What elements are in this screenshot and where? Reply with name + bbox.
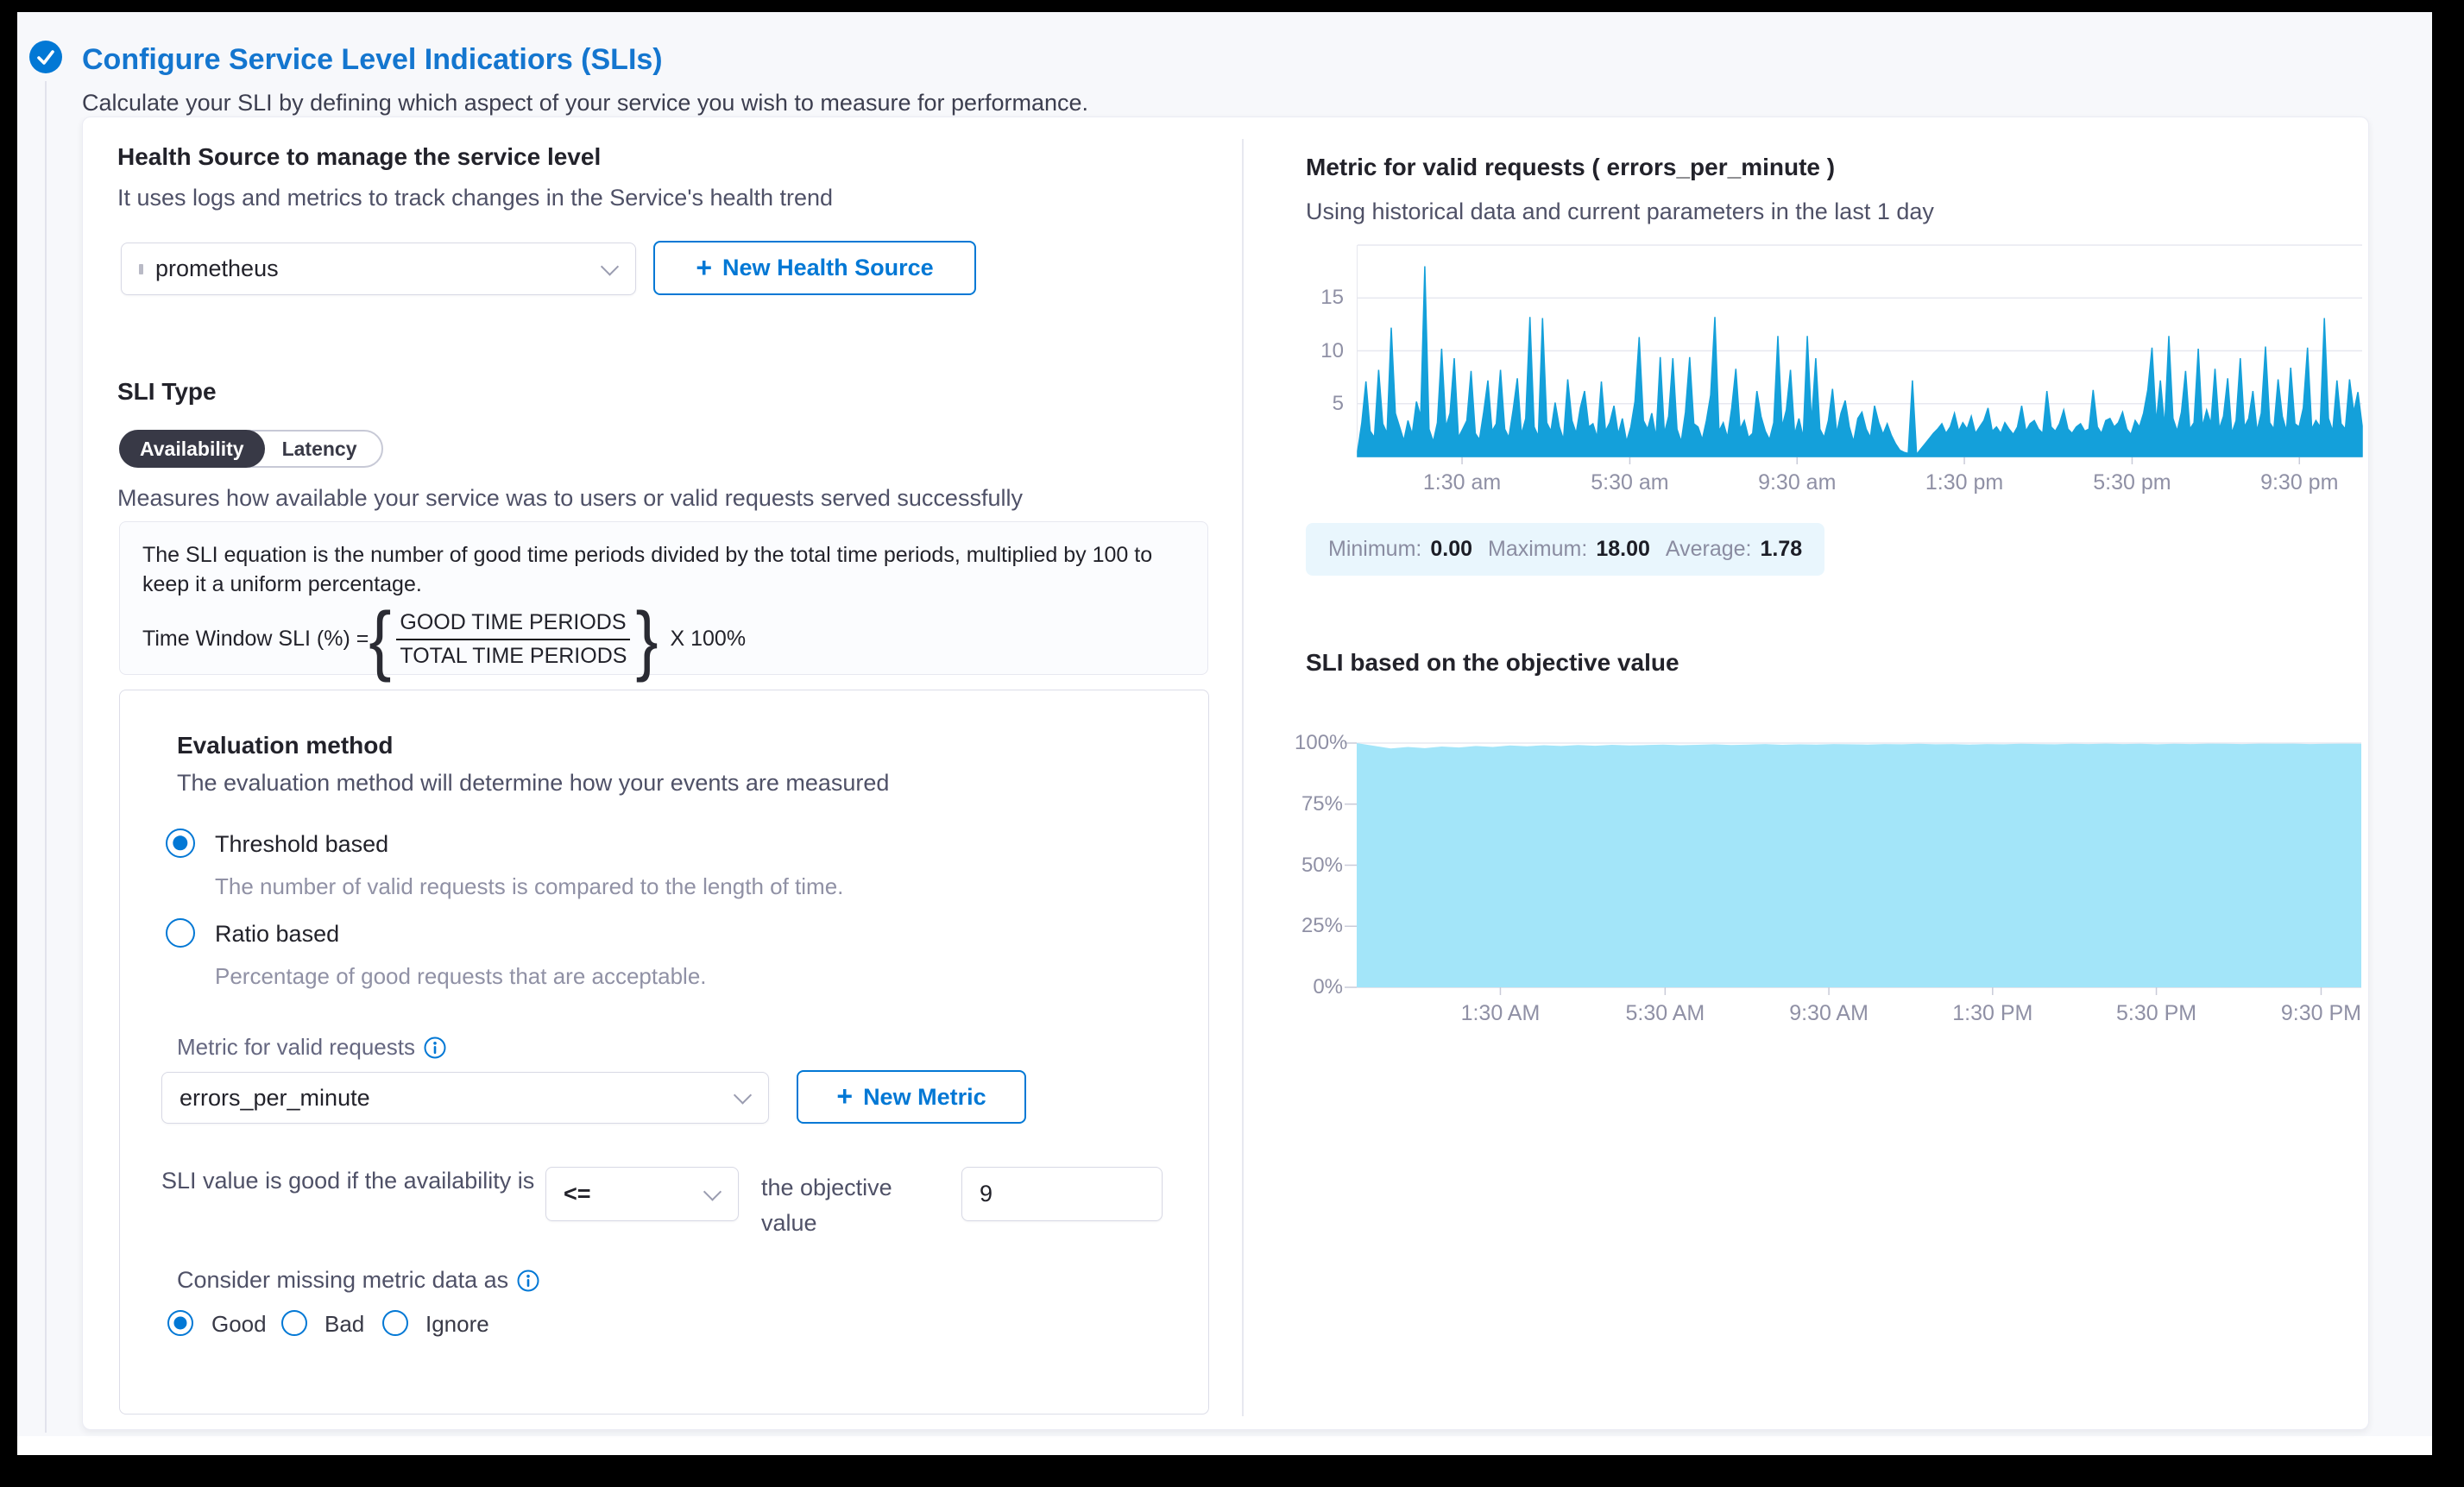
chevron-down-icon <box>601 257 619 275</box>
y-axis-tick-label: 0% <box>1295 975 1343 999</box>
sli-equation-box: The SLI equation is the number of good t… <box>119 521 1208 675</box>
chevron-down-icon <box>734 1086 752 1104</box>
y-axis-tick-label: 15 <box>1295 286 1344 310</box>
sli-objective-area-chart[interactable]: 0%25%50%75%100%1:30 AM5:30 AM9:30 AM1:30… <box>1357 730 2361 988</box>
plus-icon: + <box>696 254 712 281</box>
x-axis-tick-label: 9:30 pm <box>2234 470 2364 495</box>
missing-good-radio[interactable] <box>167 1310 193 1336</box>
equation-good-rest: TIME PERIODS <box>466 610 627 634</box>
sli-type-option-latency[interactable]: Latency <box>265 438 381 461</box>
sli-type-heading: SLI Type <box>117 378 217 406</box>
ratio-based-description: Percentage of good requests that are acc… <box>215 963 707 990</box>
step-complete-check-icon <box>29 41 62 73</box>
objective-value-input[interactable]: 9 <box>961 1167 1163 1221</box>
x-axis-tick-label: 9:30 am <box>1732 470 1862 495</box>
max-label: Maximum: <box>1488 537 1587 562</box>
y-axis-tick-label: 25% <box>1295 914 1343 938</box>
stepper-line <box>45 81 47 1433</box>
missing-ignore-radio[interactable] <box>382 1310 408 1336</box>
sli-type-option-availability[interactable]: Availability <box>119 430 265 468</box>
health-source-description: It uses logs and metrics to track change… <box>117 185 833 211</box>
x-axis-tick-label: 1:30 AM <box>1435 1001 1565 1026</box>
x-axis-tick-label: 5:30 pm <box>2067 470 2196 495</box>
evaluation-method-card: Evaluation method The evaluation method … <box>119 690 1209 1415</box>
missing-data-label: Consider missing metric data as <box>177 1267 508 1294</box>
screen: Configure Service Level Indicatiors (SLI… <box>0 0 2464 1487</box>
equation-lhs: Time Window SLI (%) = <box>142 627 369 652</box>
threshold-based-label[interactable]: Threshold based <box>215 831 388 858</box>
panel-divider <box>1242 139 1244 1416</box>
metric-chart-title: Metric for valid requests ( errors_per_m… <box>1306 154 1835 181</box>
new-health-source-label: New Health Source <box>722 255 934 281</box>
equation-total-rest: TIME PERIODS <box>467 644 627 668</box>
threshold-based-description: The number of valid requests is compared… <box>215 873 843 900</box>
y-axis-tick-label: 100% <box>1295 731 1343 755</box>
sli-type-description: Measures how available your service was … <box>117 485 1023 512</box>
valid-requests-metric-select[interactable]: errors_per_minute <box>161 1072 769 1124</box>
new-metric-label: New Metric <box>863 1084 986 1111</box>
page-title: Configure Service Level Indicatiors (SLI… <box>82 43 663 77</box>
health-source-heading: Health Source to manage the service leve… <box>117 143 601 171</box>
avg-value: 1.78 <box>1760 537 1802 562</box>
max-value: 18.00 <box>1596 537 1650 562</box>
sli-objective-chart-title: SLI based on the objective value <box>1306 649 1679 677</box>
sli-config-card: Health Source to manage the service leve… <box>82 117 2369 1430</box>
metric-valid-requests-field: Metric for valid requests <box>177 1034 446 1061</box>
bottom-strip <box>17 1436 2432 1455</box>
ratio-based-label[interactable]: Ratio based <box>215 921 339 948</box>
avg-label: Average: <box>1666 537 1752 562</box>
missing-bad-label[interactable]: Bad <box>325 1311 364 1338</box>
objective-sentence-mid: the objective value <box>761 1170 951 1240</box>
new-health-source-button[interactable]: + New Health Source <box>653 241 976 295</box>
metric-timeseries-chart[interactable]: 510151:30 am5:30 am9:30 am1:30 pm5:30 pm… <box>1357 245 2362 457</box>
x-axis-tick-label: 9:30 PM <box>2256 1001 2385 1026</box>
y-axis-tick-label: 10 <box>1295 339 1344 363</box>
x-axis-tick-label: 1:30 pm <box>1900 470 2029 495</box>
equation-fraction: GOOD TIME PERIODS TOTAL TIME PERIODS <box>396 610 630 669</box>
x-axis-tick-label: 5:30 AM <box>1600 1001 1730 1026</box>
y-axis-tick-label: 5 <box>1295 392 1344 416</box>
x-axis-tick-label: 1:30 PM <box>1928 1001 2058 1026</box>
x-axis-tick-label: 5:30 am <box>1565 470 1694 495</box>
threshold-based-radio[interactable] <box>166 829 195 858</box>
equation-total: TOTAL <box>400 644 466 668</box>
evaluation-heading: Evaluation method <box>177 732 393 759</box>
health-source-selected-value: prometheus <box>155 255 279 282</box>
objective-sentence-prefix: SLI value is good if the availability is <box>161 1163 550 1199</box>
comparator-select[interactable]: <= <box>545 1167 739 1221</box>
x-axis-tick-label: 1:30 am <box>1397 470 1527 495</box>
min-value: 0.00 <box>1430 537 1472 562</box>
y-axis-tick-label: 75% <box>1295 792 1343 816</box>
sli-equation-text: The SLI equation is the number of good t… <box>142 541 1187 600</box>
metric-stats-bar: Minimum: 0.00 Maximum: 18.00 Average: 1.… <box>1306 523 1824 576</box>
sli-type-toggle[interactable]: Availability Latency <box>119 430 383 468</box>
min-label: Minimum: <box>1328 537 1421 562</box>
valid-requests-metric-value: errors_per_minute <box>180 1085 370 1112</box>
x-axis-tick-label: 9:30 AM <box>1764 1001 1894 1026</box>
missing-good-label[interactable]: Good <box>211 1311 267 1338</box>
info-icon[interactable] <box>517 1270 539 1292</box>
equation-good: GOOD <box>400 610 465 634</box>
missing-data-field: Consider missing metric data as <box>177 1267 539 1294</box>
equation-rhs: X 100% <box>671 627 747 652</box>
health-source-select[interactable]: prometheus <box>121 243 636 295</box>
x-axis-tick-label: 5:30 PM <box>2092 1001 2221 1026</box>
new-metric-button[interactable]: + New Metric <box>797 1070 1026 1124</box>
comparator-value: <= <box>564 1181 591 1207</box>
metric-chart-subtitle: Using historical data and current parame… <box>1306 198 1934 225</box>
info-icon[interactable] <box>424 1036 446 1059</box>
plus-icon: + <box>836 1082 853 1110</box>
y-axis-tick-label: 50% <box>1295 854 1343 878</box>
missing-bad-radio[interactable] <box>281 1310 307 1336</box>
chevron-down-icon <box>703 1182 722 1200</box>
metric-valid-requests-label: Metric for valid requests <box>177 1034 415 1061</box>
evaluation-description: The evaluation method will determine how… <box>177 770 889 797</box>
page-subtitle: Calculate your SLI by defining which asp… <box>82 90 1088 117</box>
ratio-based-radio[interactable] <box>166 918 195 948</box>
health-source-type-icon <box>139 264 143 274</box>
sli-equation-formula: Time Window SLI (%) = { GOOD TIME PERIOD… <box>142 610 1185 669</box>
missing-ignore-label[interactable]: Ignore <box>425 1311 489 1338</box>
